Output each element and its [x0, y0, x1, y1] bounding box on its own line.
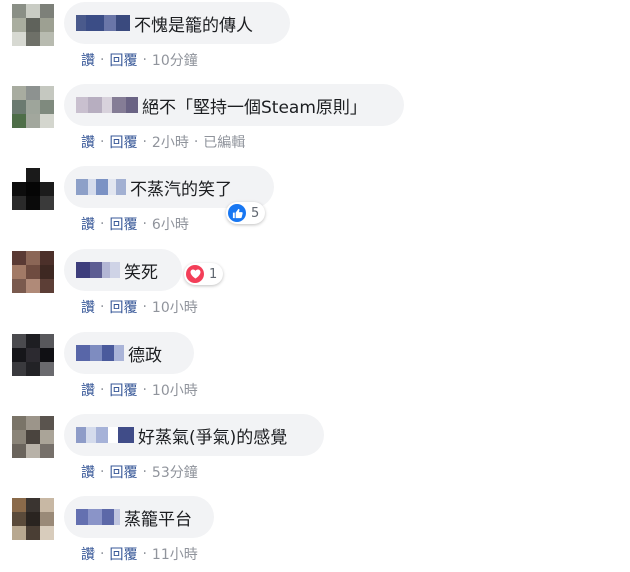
comment-text: 絕不「堅持一個Steam原則」: [142, 97, 367, 118]
reply-link[interactable]: 回覆: [109, 50, 137, 70]
comment-actions: 讚 · 回覆 · 11小時: [81, 544, 198, 564]
reaction-badge[interactable]: 5: [226, 202, 266, 224]
author-name-blurred[interactable]: [76, 509, 120, 525]
separator-dot: ·: [142, 299, 147, 315]
separator-dot: ·: [100, 134, 105, 150]
comment-actions: 讚 · 回覆 · 2小時 · 已編輯: [81, 132, 245, 152]
comment: 不愧是籠的傳人 讚 · 回覆 · 10分鐘: [0, 2, 630, 78]
separator-dot: ·: [100, 382, 105, 398]
like-link[interactable]: 讚: [81, 544, 95, 564]
comment-actions: 讚 · 回覆 · 53分鐘: [81, 462, 198, 482]
comment-text: 蒸籠平台: [124, 509, 192, 530]
separator-dot: ·: [142, 382, 147, 398]
separator-dot: ·: [193, 134, 199, 150]
timestamp[interactable]: 10小時: [152, 380, 198, 400]
timestamp[interactable]: 53分鐘: [152, 462, 198, 482]
timestamp[interactable]: 10小時: [152, 297, 198, 317]
comment-bubble: 德政: [64, 332, 194, 374]
reply-link[interactable]: 回覆: [109, 297, 137, 317]
reaction-count: 5: [251, 205, 260, 221]
avatar[interactable]: [12, 416, 54, 458]
comment: 好蒸氣(爭氣)的感覺 讚 · 回覆 · 53分鐘: [0, 414, 630, 490]
comment-text: 德政: [128, 345, 162, 366]
like-link[interactable]: 讚: [81, 132, 95, 152]
like-link[interactable]: 讚: [81, 214, 95, 234]
separator-dot: ·: [100, 464, 105, 480]
separator-dot: ·: [142, 134, 147, 150]
author-name-blurred[interactable]: [76, 179, 126, 195]
author-name-blurred[interactable]: [76, 345, 124, 361]
separator-dot: ·: [100, 216, 105, 232]
comment-actions: 讚 · 回覆 · 10分鐘: [81, 50, 198, 70]
separator-dot: ·: [142, 216, 147, 232]
avatar[interactable]: [12, 86, 54, 128]
like-reaction-icon: [228, 204, 246, 222]
comment: 絕不「堅持一個Steam原則」 讚 · 回覆 · 2小時 · 已編輯: [0, 84, 630, 160]
like-link[interactable]: 讚: [81, 297, 95, 317]
reply-link[interactable]: 回覆: [109, 214, 137, 234]
comment-actions: 讚 · 回覆 · 6小時: [81, 214, 189, 234]
comment-text: 好蒸氣(爭氣)的感覺: [138, 427, 288, 448]
timestamp[interactable]: 2小時: [152, 132, 189, 152]
comment-bubble: 笑死: [64, 249, 182, 291]
reply-link[interactable]: 回覆: [109, 544, 137, 564]
avatar[interactable]: [12, 168, 54, 210]
comment-actions: 讚 · 回覆 · 10小時: [81, 380, 198, 400]
comment: 德政 讚 · 回覆 · 10小時: [0, 332, 630, 408]
comment-text: 笑死: [124, 262, 158, 283]
reaction-badge[interactable]: 1: [184, 263, 224, 285]
separator-dot: ·: [142, 546, 147, 562]
comment-bubble: 不愧是籠的傳人: [64, 2, 290, 44]
separator-dot: ·: [142, 464, 147, 480]
avatar[interactable]: [12, 251, 54, 293]
comment-actions: 讚 · 回覆 · 10小時: [81, 297, 198, 317]
comment-text: 不愧是籠的傳人: [134, 15, 253, 36]
separator-dot: ·: [100, 52, 105, 68]
like-link[interactable]: 讚: [81, 50, 95, 70]
reply-link[interactable]: 回覆: [109, 380, 137, 400]
comment-text: 不蒸汽的笑了: [130, 179, 232, 200]
comment-bubble: 好蒸氣(爭氣)的感覺: [64, 414, 324, 456]
comment-bubble: 蒸籠平台: [64, 496, 214, 538]
reaction-count: 1: [209, 266, 218, 282]
edited-label[interactable]: 已編輯: [203, 132, 245, 152]
reply-link[interactable]: 回覆: [109, 462, 137, 482]
comment: 笑死 1 讚 · 回覆 · 10小時: [0, 249, 630, 325]
author-name-blurred[interactable]: [76, 15, 130, 31]
like-link[interactable]: 讚: [81, 462, 95, 482]
author-name-blurred[interactable]: [76, 97, 138, 113]
separator-dot: ·: [100, 299, 105, 315]
author-name-blurred[interactable]: [76, 262, 120, 278]
avatar[interactable]: [12, 498, 54, 540]
timestamp[interactable]: 11小時: [152, 544, 198, 564]
reply-link[interactable]: 回覆: [109, 132, 137, 152]
timestamp[interactable]: 6小時: [152, 214, 189, 234]
like-link[interactable]: 讚: [81, 380, 95, 400]
avatar[interactable]: [12, 334, 54, 376]
comment-bubble: 絕不「堅持一個Steam原則」: [64, 84, 404, 126]
comment: 蒸籠平台 讚 · 回覆 · 11小時: [0, 496, 630, 572]
love-reaction-icon: [186, 265, 204, 283]
avatar[interactable]: [12, 4, 54, 46]
timestamp[interactable]: 10分鐘: [152, 50, 198, 70]
comment: 不蒸汽的笑了 5 讚 · 回覆 · 6小時: [0, 166, 630, 242]
author-name-blurred[interactable]: [76, 427, 134, 443]
separator-dot: ·: [100, 546, 105, 562]
separator-dot: ·: [142, 52, 147, 68]
